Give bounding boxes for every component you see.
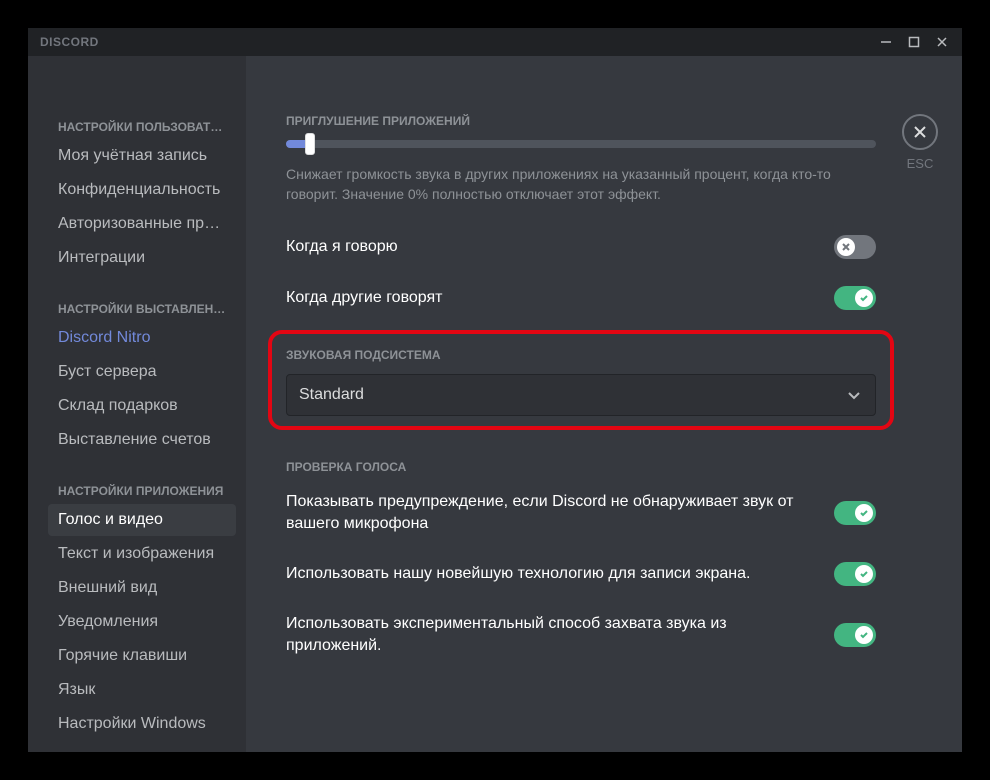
- esc-label: ESC: [902, 156, 938, 171]
- sidebar-item-privacy[interactable]: Конфиденциальность: [48, 174, 236, 206]
- toggle-when-i-speak-label: Когда я говорю: [286, 236, 834, 258]
- toggle-experimental-audio-label: Использовать экспериментальный способ за…: [286, 613, 834, 657]
- toggle-when-i-speak[interactable]: [834, 235, 876, 259]
- slider-thumb[interactable]: [305, 133, 315, 155]
- check-icon: [855, 289, 873, 307]
- toggle-mic-warning-row: Показывать предупреждение, если Discord …: [286, 486, 876, 557]
- toggle-when-i-speak-row: Когда я говорю: [286, 230, 876, 281]
- sidebar-item-server-boost[interactable]: Буст сервера: [48, 356, 236, 388]
- sidebar-item-notifications[interactable]: Уведомления: [48, 606, 236, 638]
- settings-content: ПРИГЛУШЕНИЕ ПРИЛОЖЕНИЙ Снижает громкость…: [246, 56, 962, 752]
- sidebar-item-authorized-apps[interactable]: Авторизованные прил…: [48, 208, 236, 240]
- toggle-screen-tech[interactable]: [834, 562, 876, 586]
- toggle-when-others-speak-label: Когда другие говорят: [286, 287, 834, 309]
- check-icon: [855, 504, 873, 522]
- chevron-down-icon: [845, 386, 863, 404]
- sidebar-section-billing: НАСТРОЙКИ ВЫСТАВЛЕНИЯ…: [48, 296, 236, 322]
- toggle-mic-warning-label: Показывать предупреждение, если Discord …: [286, 491, 834, 535]
- sidebar-item-language[interactable]: Язык: [48, 674, 236, 706]
- settings-sidebar: НАСТРОЙКИ ПОЛЬЗОВАТЕЛЯ Моя учётная запис…: [28, 56, 246, 752]
- sidebar-item-billing[interactable]: Выставление счетов: [48, 424, 236, 456]
- toggle-screen-tech-label: Использовать нашу новейшую технологию дл…: [286, 563, 834, 585]
- sidebar-item-voice-video[interactable]: Голос и видео: [48, 504, 236, 536]
- audio-subsystem-heading: ЗВУКОВАЯ ПОДСИСТЕМА: [286, 348, 876, 362]
- toggle-experimental-audio-row: Использовать экспериментальный способ за…: [286, 608, 876, 657]
- sidebar-section-user: НАСТРОЙКИ ПОЛЬЗОВАТЕЛЯ: [48, 114, 236, 140]
- voice-check-heading: ПРОВЕРКА ГОЛОСА: [286, 460, 876, 474]
- attenuation-heading: ПРИГЛУШЕНИЕ ПРИЛОЖЕНИЙ: [286, 114, 876, 128]
- sidebar-item-appearance[interactable]: Внешний вид: [48, 572, 236, 604]
- close-window-button[interactable]: [928, 30, 956, 54]
- sidebar-item-windows[interactable]: Настройки Windows: [48, 708, 236, 740]
- x-icon: [837, 238, 855, 256]
- sidebar-item-integrations[interactable]: Интеграции: [48, 242, 236, 274]
- check-icon: [855, 626, 873, 644]
- toggle-screen-tech-row: Использовать нашу новейшую технологию дл…: [286, 557, 876, 608]
- maximize-button[interactable]: [900, 30, 928, 54]
- audio-subsystem-select[interactable]: Standard: [286, 374, 876, 416]
- audio-subsystem-value: Standard: [299, 386, 364, 404]
- audio-subsystem-highlight: ЗВУКОВАЯ ПОДСИСТЕМА Standard: [268, 330, 894, 430]
- sidebar-item-text-images[interactable]: Текст и изображения: [48, 538, 236, 570]
- minimize-button[interactable]: [872, 30, 900, 54]
- sidebar-section-app: НАСТРОЙКИ ПРИЛОЖЕНИЯ: [48, 478, 236, 504]
- sidebar-item-keybinds[interactable]: Горячие клавиши: [48, 640, 236, 672]
- sidebar-item-account[interactable]: Моя учётная запись: [48, 140, 236, 172]
- check-icon: [855, 565, 873, 583]
- titlebar: DISCORD: [28, 28, 962, 56]
- app-window: DISCORD НАСТРОЙКИ ПОЛЬЗОВАТЕЛЯ Моя учётн…: [28, 28, 962, 752]
- toggle-when-others-speak-row: Когда другие говорят: [286, 281, 876, 316]
- window-controls: [872, 30, 956, 54]
- close-settings-button[interactable]: [902, 114, 938, 150]
- attenuation-slider[interactable]: [286, 140, 876, 148]
- app-title: DISCORD: [40, 35, 99, 49]
- attenuation-help: Снижает громкость звука в других приложе…: [286, 164, 876, 204]
- sidebar-item-nitro[interactable]: Discord Nitro: [48, 322, 236, 354]
- sidebar-item-gift-inventory[interactable]: Склад подарков: [48, 390, 236, 422]
- toggle-mic-warning[interactable]: [834, 501, 876, 525]
- toggle-experimental-audio[interactable]: [834, 623, 876, 647]
- toggle-when-others-speak[interactable]: [834, 286, 876, 310]
- close-icon: [912, 124, 928, 140]
